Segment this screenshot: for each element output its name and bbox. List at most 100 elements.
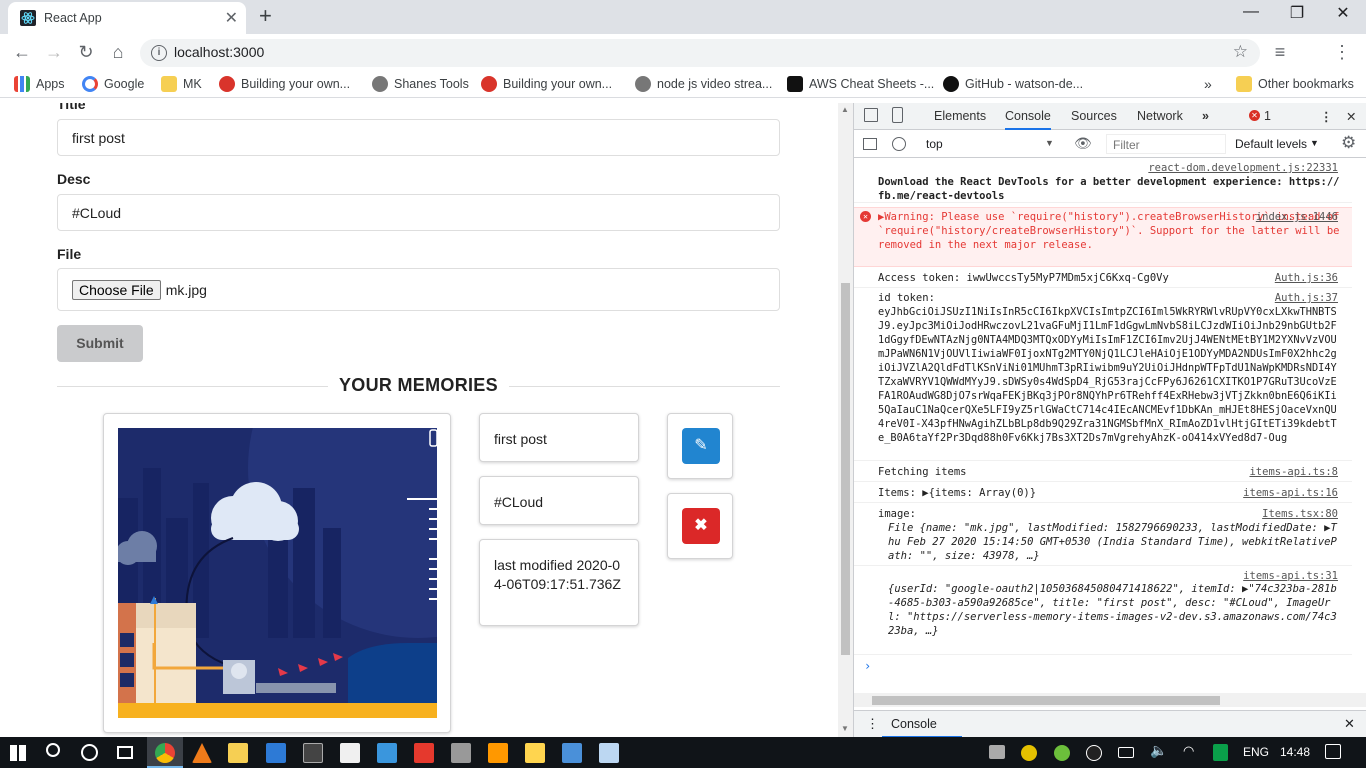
database-icon[interactable]	[451, 743, 471, 763]
bookmark-aws-cheat[interactable]: AWS Cheat Sheets -...	[787, 76, 934, 92]
wifi-icon[interactable]: ◠	[1183, 743, 1194, 759]
title-input[interactable]: first post	[57, 119, 780, 156]
log-source[interactable]: items-api.ts:8	[1249, 465, 1338, 479]
page-scroll-thumb[interactable]	[841, 283, 850, 655]
error-count[interactable]: 1	[1264, 109, 1271, 123]
log-source[interactable]: Auth.js:36	[1275, 271, 1338, 285]
log-object[interactable]: File {name: "mk.jpg", lastModified: 1582…	[878, 521, 1340, 563]
tab-network[interactable]: Network	[1137, 109, 1183, 123]
address-bar[interactable]: i localhost:3000 ☆	[140, 39, 1260, 67]
tray-icon[interactable]	[1054, 745, 1070, 761]
app-icon[interactable]	[377, 743, 397, 763]
scroll-up-icon[interactable]: ▲	[841, 105, 849, 114]
restore-icon[interactable]: ❐	[1274, 3, 1320, 23]
file-input[interactable]: Choose File mk.jpg	[57, 268, 780, 311]
app-icon[interactable]	[562, 743, 582, 763]
info-icon[interactable]: i	[151, 45, 167, 61]
minimize-icon[interactable]: —	[1228, 3, 1274, 21]
log-source[interactable]: Auth.js:37	[1275, 291, 1338, 305]
notepad-icon[interactable]	[599, 743, 619, 763]
devtools-menu-icon[interactable]: ⋮	[1320, 109, 1333, 124]
log-text: id token:	[878, 292, 935, 304]
console-drawer: ⋮ Console ✕	[854, 710, 1366, 738]
task-view-icon[interactable]	[117, 746, 133, 759]
page-scrollbar[interactable]: ▲ ▼	[838, 103, 853, 737]
notifications-icon[interactable]	[1325, 744, 1341, 759]
more-tabs-icon[interactable]: »	[1202, 109, 1209, 123]
bookmark-mk[interactable]: MK	[161, 76, 202, 92]
close-drawer-icon[interactable]: ✕	[1344, 716, 1355, 732]
app-icon[interactable]	[525, 743, 545, 763]
delete-button[interactable]: ✖	[682, 508, 720, 544]
google-icon	[82, 76, 98, 92]
levels-select[interactable]: Default levels	[1235, 137, 1307, 151]
log-source[interactable]: Items.tsx:80	[1262, 507, 1338, 521]
log-source[interactable]: items-api.ts:31	[1243, 569, 1338, 583]
log-source[interactable]: react-dom.development.js:22331	[1148, 161, 1338, 175]
search-icon[interactable]	[46, 743, 60, 757]
hscroll-thumb[interactable]	[872, 696, 1220, 705]
sidebar-toggle-icon[interactable]	[863, 138, 877, 150]
home-icon[interactable]: ⌂	[106, 40, 130, 64]
reload-icon[interactable]: ↻	[74, 40, 98, 64]
drawer-tab-console[interactable]: Console	[882, 711, 962, 738]
tray-icon[interactable]	[1086, 745, 1102, 761]
windows-start-icon[interactable]	[10, 745, 26, 761]
security-shield-icon[interactable]	[1213, 744, 1228, 761]
inspect-icon[interactable]	[864, 108, 878, 122]
anydesk-icon[interactable]	[414, 743, 434, 763]
bookmark-github[interactable]: GitHub - watson-de...	[943, 76, 1083, 92]
close-tab-icon[interactable]: ✕	[225, 8, 238, 28]
new-tab-icon[interactable]: +	[259, 3, 272, 29]
tab-sources[interactable]: Sources	[1071, 109, 1117, 123]
mail-icon[interactable]	[266, 743, 286, 763]
app-icon[interactable]	[340, 743, 360, 763]
browser-tab[interactable]: React App ✕	[8, 2, 246, 34]
cortana-icon[interactable]	[81, 744, 98, 761]
forward-icon[interactable]: →	[42, 40, 66, 64]
scroll-down-icon[interactable]: ▼	[841, 724, 849, 733]
context-select[interactable]: top	[926, 137, 943, 151]
tab-console[interactable]: Console	[1005, 109, 1051, 130]
back-icon[interactable]: ←	[10, 40, 34, 64]
close-window-icon[interactable]: ✕	[1320, 3, 1366, 23]
volume-icon[interactable]: 🔈	[1150, 742, 1167, 759]
tray-icon[interactable]	[989, 745, 1005, 759]
bookmark-apps[interactable]: Apps	[14, 76, 65, 92]
device-toolbar-icon[interactable]	[892, 107, 903, 123]
bookmark-google[interactable]: Google	[82, 76, 144, 92]
sublime-icon[interactable]	[488, 743, 508, 763]
clear-console-icon[interactable]	[892, 137, 906, 151]
close-devtools-icon[interactable]: ✕	[1346, 109, 1356, 124]
bookmark-shanes-tools[interactable]: Shanes Tools	[372, 76, 469, 92]
console-prompt-icon[interactable]: ›	[864, 659, 871, 673]
settings-gear-icon[interactable]: ⚙	[1341, 133, 1356, 153]
reading-list-icon[interactable]: ≡	[1268, 40, 1292, 64]
edit-button[interactable]: ✎	[682, 428, 720, 464]
desc-input[interactable]: #CLoud	[57, 194, 780, 231]
log-source[interactable]: index.js:1446	[1256, 210, 1338, 224]
clock[interactable]: 14:48	[1280, 745, 1310, 759]
bookmark-other[interactable]: Other bookmarks	[1236, 76, 1354, 92]
menu-icon[interactable]: ⋮	[1330, 40, 1354, 64]
console-filter-input[interactable]: Filter	[1106, 134, 1226, 154]
log-source[interactable]: items-api.ts:16	[1243, 486, 1338, 500]
tray-icon[interactable]	[1021, 745, 1037, 761]
choose-file-button[interactable]: Choose File	[72, 279, 161, 300]
terminal-icon[interactable]	[303, 743, 323, 763]
language-indicator[interactable]: ENG	[1243, 745, 1269, 759]
tab-elements[interactable]: Elements	[934, 109, 986, 123]
bookmark-star-icon[interactable]: ☆	[1233, 42, 1248, 62]
battery-icon[interactable]	[1118, 747, 1134, 758]
drawer-menu-icon[interactable]: ⋮	[866, 716, 879, 732]
bookmark-building-1[interactable]: Building your own...	[219, 76, 350, 92]
console-hscrollbar[interactable]	[854, 693, 1366, 707]
vlc-icon[interactable]	[192, 743, 212, 763]
bookmarks-bar: Apps Google MK Building your own... Shan…	[0, 70, 1366, 98]
bookmark-building-2[interactable]: Building your own...	[481, 76, 612, 92]
submit-button[interactable]: Submit	[57, 325, 143, 362]
eye-icon[interactable]: 👁	[1074, 135, 1092, 152]
bookmark-node-video[interactable]: node js video strea...	[635, 76, 772, 92]
file-explorer-icon[interactable]	[228, 743, 248, 763]
more-bookmarks-icon[interactable]: »	[1204, 76, 1212, 92]
